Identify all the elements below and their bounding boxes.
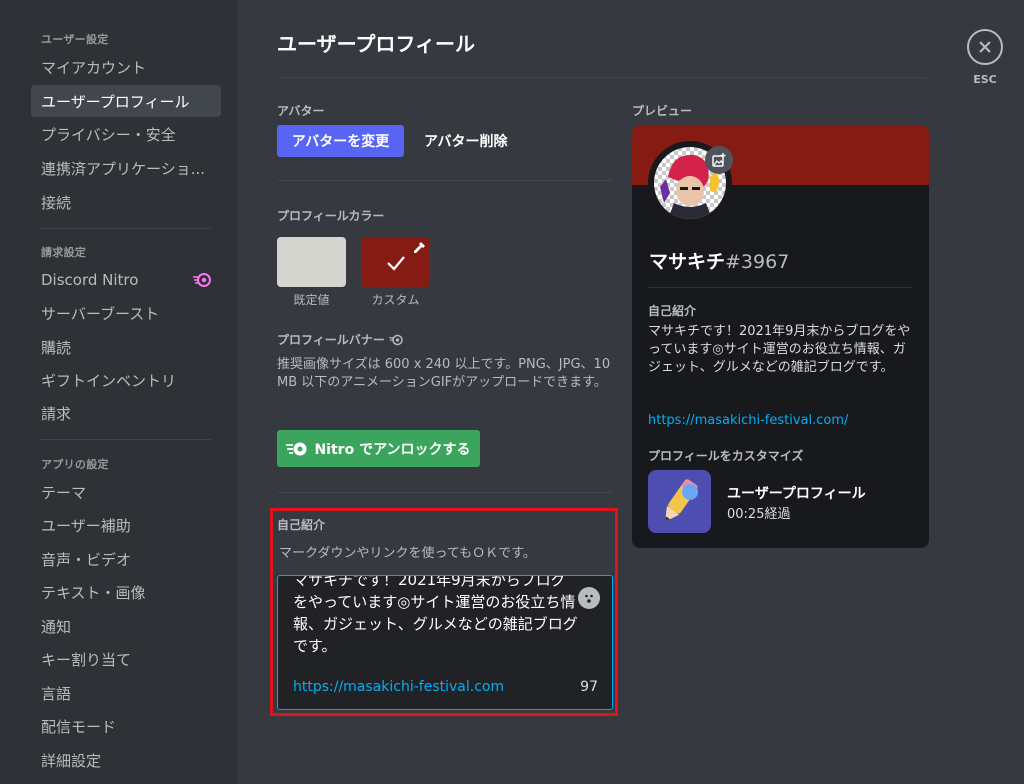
preview-bio-link[interactable]: https://masakichi-festival.com/: [648, 413, 848, 428]
sidebar-item-user-profile[interactable]: ユーザープロフィール: [31, 85, 221, 117]
avatar-section-label: アバター: [277, 104, 325, 118]
activity-title: ユーザープロフィール: [727, 486, 866, 502]
sidebar-item-billing[interactable]: 請求: [31, 397, 221, 429]
sidebar-header-user-settings: ユーザー設定: [41, 33, 109, 46]
sidebar-item-language[interactable]: 言語: [31, 677, 221, 709]
nitro-unlock-button[interactable]: Nitro でアンロックする: [277, 430, 480, 467]
bio-textarea[interactable]: マサキチです！2021年9月末からブログをやっています◎サイト運営のお役立ち情報…: [277, 575, 613, 710]
sidebar-header-billing: 請求設定: [41, 246, 87, 259]
sidebar-item-connections[interactable]: 接続: [31, 186, 221, 218]
custom-color-swatch[interactable]: [361, 237, 430, 287]
profile-banner-label: プロフィールバナー: [277, 331, 403, 348]
sidebar-item-authorized-apps[interactable]: 連携済アプリケーショ...: [31, 152, 221, 184]
bio-link[interactable]: https://masakichi-festival.com: [293, 679, 504, 695]
sidebar-item-voice-video[interactable]: 音声・ビデオ: [31, 543, 221, 575]
image-add-icon: [712, 153, 726, 167]
sidebar-item-privacy-safety[interactable]: プライバシー・安全: [31, 118, 221, 150]
close-button[interactable]: [967, 29, 1003, 65]
esc-label: ESC: [973, 73, 997, 86]
sidebar-item-nitro[interactable]: Discord Nitro: [31, 264, 221, 296]
bio-char-counter: 97: [580, 679, 598, 695]
nitro-icon: [286, 442, 307, 455]
sidebar-item-theme[interactable]: テーマ: [31, 476, 221, 508]
default-color-swatch[interactable]: [277, 237, 346, 287]
default-color-caption: 既定値: [293, 293, 330, 307]
edit-avatar-icon[interactable]: [705, 146, 733, 174]
sidebar-item-server-boost[interactable]: サーバーブースト: [31, 297, 221, 329]
sidebar-item-my-account[interactable]: マイアカウント: [31, 51, 221, 83]
preview-user-tag: #3967: [725, 251, 790, 273]
eyedropper-icon[interactable]: [412, 241, 426, 255]
profile-color-label: プロフィールカラー: [277, 209, 385, 223]
bio-text: マサキチです！2021年9月末からブログをやっています◎サイト運営のお役立ち情報…: [293, 575, 578, 655]
preview-username: マサキチ#3967: [649, 251, 790, 273]
sidebar-header-app-settings: アプリの設定: [41, 458, 109, 471]
card-divider: [648, 287, 913, 288]
preview-bio-label: 自己紹介: [648, 304, 697, 318]
sidebar-item-text-images[interactable]: テキスト・画像: [31, 576, 221, 608]
bio-section-label: 自己紹介: [277, 518, 326, 532]
emoji-picker-icon[interactable]: [578, 587, 600, 609]
bio-hint: マークダウンやリンクを使ってもＯＫです。: [279, 546, 536, 561]
sidebar-item-keybinds[interactable]: キー割り当て: [31, 643, 221, 675]
header-divider: [277, 77, 927, 78]
nitro-icon: [193, 273, 211, 287]
nitro-icon: [389, 334, 403, 345]
emoji-face-icon: [585, 594, 593, 603]
sidebar-item-advanced[interactable]: 詳細設定: [31, 744, 221, 776]
profile-preview-card: マサキチ#3967 自己紹介 マサキチです！2021年9月末からブログをやってい…: [632, 125, 929, 548]
sidebar-item-gift-inventory[interactable]: ギフトインベントリ: [31, 364, 221, 396]
settings-sidebar: ユーザー設定 マイアカウント ユーザープロフィール プライバシー・安全 連携済ア…: [0, 0, 238, 784]
custom-color-caption: カスタム: [371, 293, 420, 307]
sidebar-item-accessibility[interactable]: ユーザー補助: [31, 509, 221, 541]
preview-bio-text: マサキチです！2021年9月末からブログをやっています◎サイト運営のお役立ち情報…: [648, 324, 911, 375]
activity-elapsed: 00:25経過: [727, 507, 791, 522]
sidebar-item-notifications[interactable]: 通知: [31, 610, 221, 642]
banner-description: 推奨画像サイズは 600 x 240 以上です。PNG、JPG、10 MB 以下…: [277, 357, 611, 390]
sidebar-divider: [41, 228, 211, 229]
section-divider: [277, 180, 612, 181]
remove-avatar-button[interactable]: アバター削除: [414, 125, 517, 157]
pencil-icon: [665, 479, 698, 522]
section-divider: [277, 492, 612, 493]
preview-customize-label: プロフィールをカスタマイズ: [648, 449, 804, 463]
page-title: ユーザープロフィール: [277, 32, 475, 56]
sidebar-divider: [41, 439, 211, 440]
change-avatar-button[interactable]: アバターを変更: [277, 125, 404, 157]
preview-label: プレビュー: [632, 104, 693, 118]
sidebar-item-streamer-mode[interactable]: 配信モード: [31, 710, 221, 742]
activity-icon: [648, 470, 711, 533]
sidebar-item-subscriptions[interactable]: 購読: [31, 331, 221, 363]
close-icon: [979, 41, 991, 53]
